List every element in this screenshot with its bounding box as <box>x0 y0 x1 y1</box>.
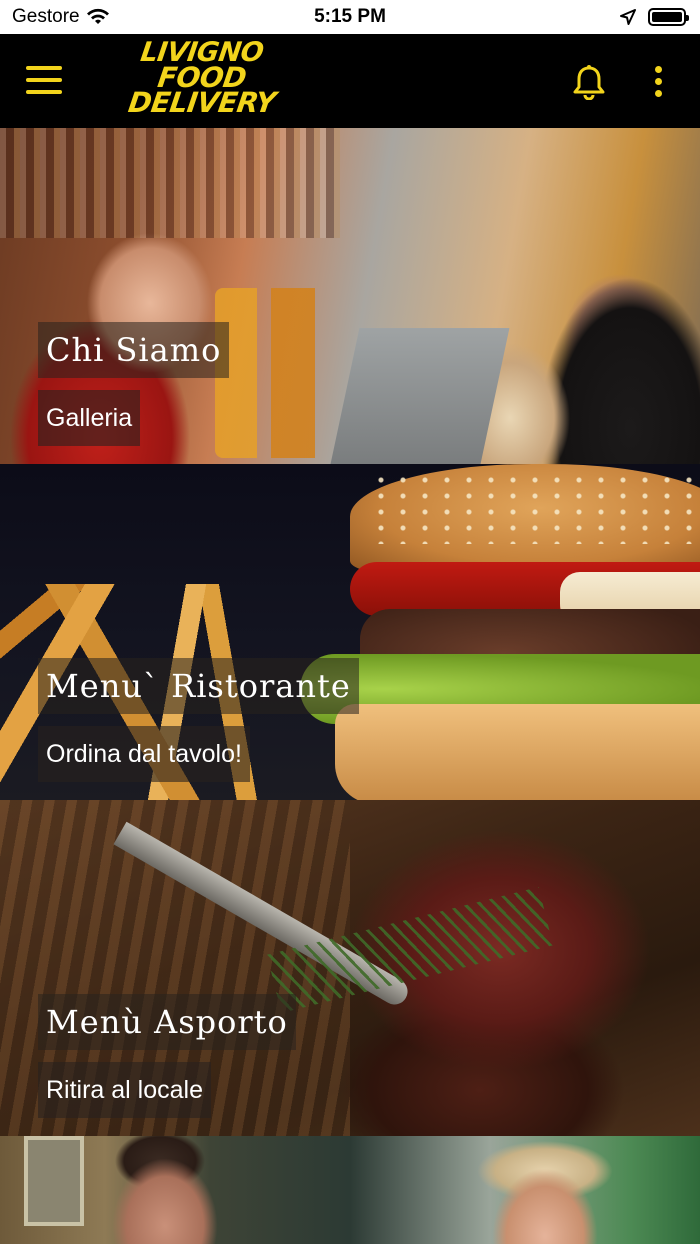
status-left: Gestore <box>12 6 110 28</box>
tile-title: Chi Siamo <box>38 322 230 378</box>
app-logo: LIVIGNO FOOD DELIVERY <box>112 37 292 122</box>
tile-chi-siamo[interactable]: Chi Siamo Galleria <box>0 128 700 464</box>
liquor-bottles-image <box>215 288 355 458</box>
hamburger-icon[interactable] <box>26 66 62 96</box>
tile-menu-asporto[interactable]: Menù Asporto Ritira al locale <box>0 800 700 1136</box>
shelf-bottles-image <box>0 128 340 238</box>
tile-subtitle: Galleria <box>38 390 141 446</box>
logo-line3: DELIVERY <box>126 86 278 119</box>
tile-menu-ristorante[interactable]: Menu` Ristorante Ordina dal tavolo! <box>0 464 700 800</box>
tile-subtitle: Ordina dal tavolo! <box>38 726 250 782</box>
status-right <box>620 8 689 26</box>
tile-image-people <box>0 1136 700 1244</box>
more-vertical-icon[interactable] <box>650 66 666 98</box>
burger-bun-bottom <box>335 704 700 800</box>
tile-subtitle: Ritira al locale <box>38 1062 212 1118</box>
bar-counter-image <box>330 328 510 464</box>
carrier-label: Gestore <box>12 6 80 27</box>
battery-icon <box>648 8 689 26</box>
tile-title: Menu` Ristorante <box>38 658 359 714</box>
burger-bun-top <box>350 464 700 574</box>
tile-title: Menù Asporto <box>38 994 296 1050</box>
battery-fill <box>652 12 682 22</box>
app-bar: LIVIGNO FOOD DELIVERY <box>0 34 700 128</box>
bell-icon[interactable] <box>572 64 606 100</box>
window-image <box>24 1136 84 1226</box>
wifi-icon <box>86 8 109 24</box>
location-arrow-icon <box>620 9 636 25</box>
tile-people[interactable] <box>0 1136 700 1244</box>
status-bar: Gestore 5:15 PM <box>0 0 700 34</box>
